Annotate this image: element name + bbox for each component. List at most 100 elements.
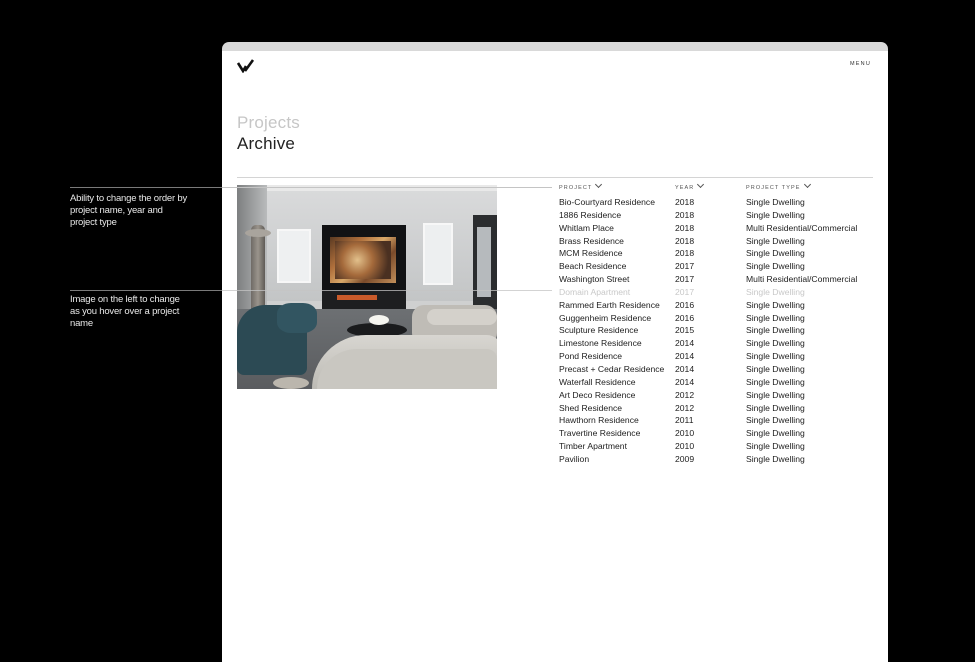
year-cell: 2012: [675, 389, 695, 400]
project-name-cell: Rammed Earth Residence: [559, 299, 660, 310]
year-cell: 2017: [675, 261, 695, 272]
year-cell: 2014: [675, 376, 695, 387]
year-cell: 2009: [675, 453, 695, 464]
page-content: MENU Projects Archive PROJECT YEAR PROJE…: [222, 51, 888, 662]
column-label-project-type: PROJECT TYPE: [746, 185, 801, 191]
sort-annotation-leader-inner: [222, 187, 552, 188]
project-name-cell: Hawthorn Residence: [559, 415, 639, 426]
project-type-cell: Single Dwelling: [746, 441, 805, 452]
year-cell: 2014: [675, 351, 695, 362]
project-name-cell: Washington Street: [559, 274, 630, 285]
project-name-cell: Guggenheim Residence: [559, 312, 652, 323]
table-row[interactable]: Shed Residence 2012 Single Dwelling: [559, 403, 879, 416]
project-name-cell: 1886 Residence: [559, 209, 622, 220]
year-cell: 2017: [675, 286, 695, 297]
project-name-cell: Pond Residence: [559, 351, 623, 362]
project-name-cell: MCM Residence: [559, 248, 623, 259]
year-cell: 2010: [675, 441, 695, 452]
table-header: PROJECT YEAR PROJECT TYPE: [559, 180, 879, 197]
v-checkmark-logo-icon[interactable]: [237, 59, 255, 73]
project-type-cell: Single Dwelling: [746, 428, 805, 439]
column-label-project: PROJECT: [559, 185, 593, 191]
year-cell: 2017: [675, 274, 695, 285]
table-row[interactable]: Guggenheim Residence 2016 Single Dwelling: [559, 313, 879, 326]
project-type-cell: Single Dwelling: [746, 248, 805, 259]
project-type-cell: Single Dwelling: [746, 338, 805, 349]
menu-button[interactable]: MENU: [850, 61, 871, 67]
project-name-cell: Waterfall Residence: [559, 376, 636, 387]
project-name-cell: Beach Residence: [559, 261, 627, 272]
table-row[interactable]: Pond Residence 2014 Single Dwelling: [559, 351, 879, 364]
page-title: Archive: [237, 134, 296, 153]
year-cell: 2018: [675, 235, 695, 246]
project-type-cell: Single Dwelling: [746, 299, 805, 310]
project-type-cell: Multi Residential/Commercial: [746, 222, 858, 233]
table-row[interactable]: Waterfall Residence 2014 Single Dwelling: [559, 377, 879, 390]
table-row[interactable]: Rammed Earth Residence 2016 Single Dwellin…: [559, 300, 879, 313]
table-row[interactable]: Timber Apartment 2010 Single Dwelling: [559, 441, 879, 454]
table-body: Bio-Courtyard Residence 2018 Single Dwelli…: [559, 197, 879, 467]
project-preview-image: [237, 185, 497, 389]
year-cell: 2012: [675, 402, 695, 413]
table-row[interactable]: Washington Street 2017 Multi Residential/C…: [559, 274, 879, 287]
table-row[interactable]: Whitlam Place 2018 Multi Residential/Comme…: [559, 223, 879, 236]
header-divider: [237, 177, 873, 178]
table-row[interactable]: MCM Residence 2018 Single Dwelling: [559, 248, 879, 261]
project-name-cell: Whitlam Place: [559, 222, 614, 233]
project-name-cell: Limestone Residence: [559, 338, 642, 349]
year-cell: 2010: [675, 428, 695, 439]
hover-annotation-leader: [70, 290, 222, 291]
year-cell: 2014: [675, 363, 695, 374]
project-type-cell: Single Dwelling: [746, 415, 805, 426]
project-type-cell: Single Dwelling: [746, 402, 805, 413]
year-cell: 2018: [675, 197, 695, 207]
column-label-year: YEAR: [675, 185, 695, 191]
table-row[interactable]: 1886 Residence 2018 Single Dwelling: [559, 210, 879, 223]
table-row[interactable]: Art Deco Residence 2012 Single Dwelling: [559, 390, 879, 403]
project-name-cell: Art Deco Residence: [559, 389, 636, 400]
project-type-cell: Single Dwelling: [746, 209, 805, 220]
project-type-cell: Single Dwelling: [746, 312, 805, 323]
table-row[interactable]: Sculpture Residence 2015 Single Dwelling: [559, 325, 879, 338]
year-cell: 2016: [675, 312, 695, 323]
chevron-down-icon: [697, 180, 705, 189]
year-cell: 2015: [675, 325, 695, 336]
sort-by-year-button[interactable]: YEAR: [675, 180, 705, 191]
sort-annotation-leader: [70, 187, 222, 188]
project-name-cell: Timber Apartment: [559, 441, 627, 452]
project-type-cell: Single Dwelling: [746, 389, 805, 400]
table-row[interactable]: Brass Residence 2018 Single Dwelling: [559, 236, 879, 249]
chevron-down-icon: [595, 180, 603, 189]
project-type-cell: Single Dwelling: [746, 286, 805, 297]
table-row[interactable]: Travertine Residence 2010 Single Dwelling: [559, 428, 879, 441]
year-cell: 2018: [675, 248, 695, 259]
sort-by-type-button[interactable]: PROJECT TYPE: [746, 180, 811, 191]
year-cell: 2018: [675, 209, 695, 220]
table-row[interactable]: Precast + Cedar Residence 2014 Single Dwel…: [559, 364, 879, 377]
project-name-cell: Brass Residence: [559, 235, 624, 246]
table-row[interactable]: Pavilion 2009 Single Dwelling: [559, 454, 879, 467]
project-type-cell: Single Dwelling: [746, 453, 805, 464]
table-row[interactable]: Domain Apartment 2017 Single Dwelling: [559, 287, 879, 300]
year-cell: 2014: [675, 338, 695, 349]
table-row[interactable]: Beach Residence 2017 Single Dwelling: [559, 261, 879, 274]
table-row[interactable]: Hawthorn Residence 2011 Single Dwelling: [559, 415, 879, 428]
project-type-cell: Single Dwelling: [746, 325, 805, 336]
hover-annotation-note: Image on the left to change as you hover…: [70, 294, 180, 329]
project-type-cell: Single Dwelling: [746, 376, 805, 387]
project-name-cell: Sculpture Residence: [559, 325, 639, 336]
year-cell: 2018: [675, 222, 695, 233]
project-name-cell: Pavilion: [559, 453, 590, 464]
project-archive-table: PROJECT YEAR PROJECT TYPE Bio-Courtyard …: [559, 180, 879, 467]
hover-annotation-leader-inner: [222, 290, 552, 291]
page-subtitle: Projects: [237, 113, 301, 132]
project-type-cell: Single Dwelling: [746, 261, 805, 272]
project-type-cell: Multi Residential/Commercial: [746, 274, 858, 285]
browser-window: MENU Projects Archive PROJECT YEAR PROJE…: [222, 42, 888, 662]
table-row[interactable]: Bio-Courtyard Residence 2018 Single Dwelli…: [559, 197, 879, 210]
sort-by-project-button[interactable]: PROJECT: [559, 180, 603, 191]
project-name-cell: Bio-Courtyard Residence: [559, 197, 656, 207]
table-row[interactable]: Limestone Residence 2014 Single Dwelling: [559, 338, 879, 351]
sort-annotation-note: Ability to change the order by project n…: [70, 193, 188, 228]
project-name-cell: Domain Apartment: [559, 286, 631, 297]
